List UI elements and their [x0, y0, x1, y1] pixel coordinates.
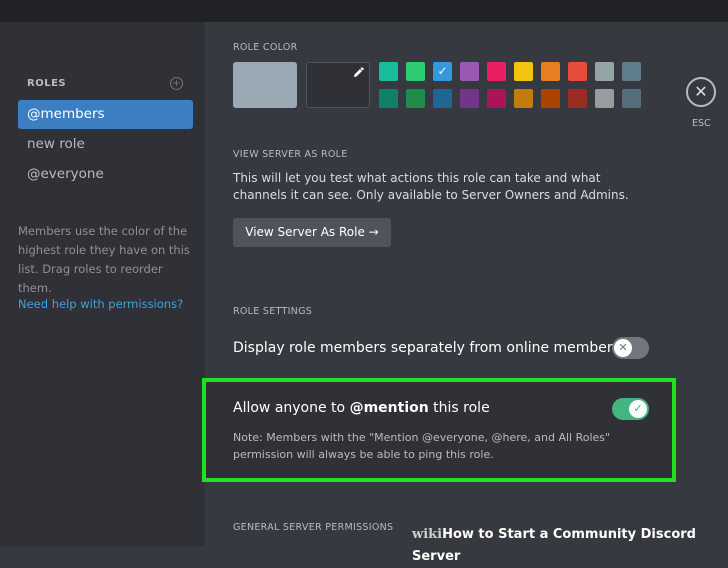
toggle-on-icon: ✓ — [629, 400, 647, 418]
general-permissions-label: GENERAL SERVER PERMISSIONS — [233, 522, 394, 533]
color-swatch[interactable] — [460, 62, 479, 81]
color-swatch[interactable] — [568, 62, 587, 81]
color-swatch[interactable] — [514, 89, 533, 108]
color-swatch[interactable] — [568, 89, 587, 108]
mention-note: Note: Members with the "Mention @everyon… — [233, 431, 611, 461]
wikihow-watermark: wikiHow to Start a Community Discord Ser… — [412, 527, 696, 564]
plus-circle-icon[interactable]: + — [170, 77, 183, 90]
color-swatch[interactable] — [433, 89, 452, 108]
color-swatch[interactable] — [487, 62, 506, 81]
allow-mention-label: Allow anyone to @mention this role — [233, 400, 490, 416]
color-swatch[interactable] — [487, 89, 506, 108]
color-swatch[interactable]: ✓ — [433, 62, 452, 81]
close-button[interactable]: ✕ — [686, 77, 716, 107]
view-as-label: VIEW SERVER AS ROLE — [233, 149, 348, 160]
role-settings-label: ROLE SETTINGS — [233, 306, 313, 317]
permissions-help-link[interactable]: Need help with permissions? — [18, 297, 183, 311]
color-swatch[interactable] — [595, 89, 614, 108]
default-color-swatch[interactable] — [233, 62, 297, 108]
color-swatch[interactable] — [379, 62, 398, 81]
role-item-new-role[interactable]: new role — [18, 130, 193, 159]
role-color-label: ROLE COLOR — [233, 42, 298, 53]
color-swatch[interactable] — [595, 62, 614, 81]
color-swatch[interactable] — [541, 62, 560, 81]
roles-help-text: Members use the color of the highest rol… — [18, 224, 190, 295]
view-server-as-role-button[interactable]: View Server As Role → — [233, 218, 391, 247]
roles-header: ROLES — [27, 78, 67, 89]
eyedropper-icon — [353, 66, 365, 81]
toggle-off-icon: ✕ — [614, 339, 632, 357]
color-swatch[interactable] — [460, 89, 479, 108]
color-swatch[interactable] — [622, 89, 641, 108]
color-swatch[interactable] — [541, 89, 560, 108]
allow-mention-toggle[interactable]: ✓ — [612, 398, 649, 420]
color-swatch[interactable] — [514, 62, 533, 81]
role-item-members[interactable]: @members — [18, 100, 193, 129]
color-swatch[interactable] — [379, 89, 398, 108]
color-swatch[interactable] — [406, 89, 425, 108]
color-swatch[interactable] — [406, 62, 425, 81]
display-separately-label: Display role members separately from onl… — [233, 340, 620, 356]
view-as-description: This will let you test what actions this… — [233, 171, 629, 202]
color-swatch[interactable] — [622, 62, 641, 81]
esc-label: ESC — [692, 118, 711, 129]
window-top-bar — [0, 0, 728, 22]
role-item-everyone[interactable]: @everyone — [18, 160, 193, 189]
custom-color-picker[interactable] — [306, 62, 370, 108]
display-separately-toggle[interactable]: ✕ — [612, 337, 649, 359]
